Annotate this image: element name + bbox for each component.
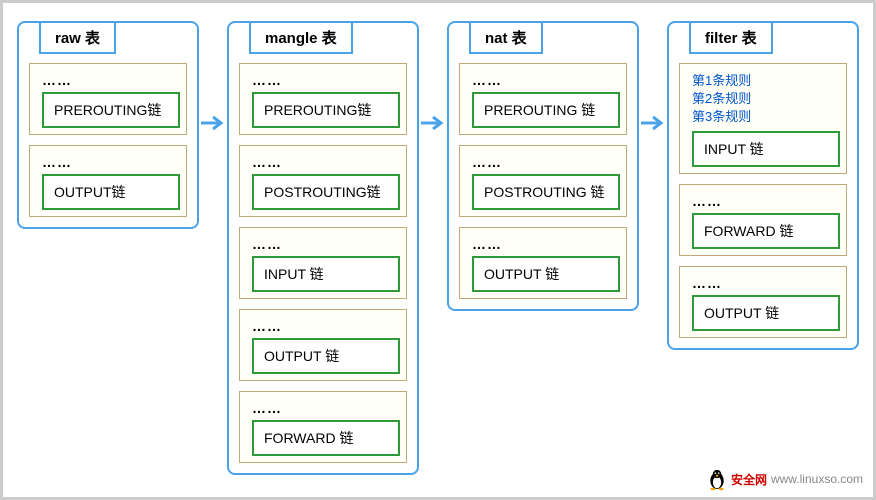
chain-label: INPUT 链	[252, 256, 400, 292]
chain-prerouting: …… PREROUTING 链	[459, 63, 627, 135]
watermark: 安全网 www.linuxso.com	[707, 467, 863, 491]
chain-output: …… OUTPUT 链	[239, 309, 407, 381]
table-title: nat 表	[469, 21, 543, 54]
arrow-icon	[641, 115, 667, 131]
chain-forward: …… FORWARD 链	[679, 184, 847, 256]
chain-label: OUTPUT 链	[692, 295, 840, 331]
rules-ellipsis: ……	[246, 234, 400, 256]
rule-1: 第1条规则	[692, 72, 834, 90]
chain-output: …… OUTPUT 链	[679, 266, 847, 338]
chain-label: PREROUTING链	[252, 92, 400, 128]
chain-label: FORWARD 链	[252, 420, 400, 456]
chain-label: OUTPUT链	[42, 174, 180, 210]
chain-prerouting: …… PREROUTING链	[29, 63, 187, 135]
chain-postrouting: …… POSTROUTING链	[239, 145, 407, 217]
rules-ellipsis: ……	[36, 152, 180, 174]
chain-label: PREROUTING链	[42, 92, 180, 128]
rules-ellipsis: ……	[686, 273, 840, 295]
table-nat: nat 表 …… PREROUTING 链 …… POSTROUTING 链 ……	[447, 21, 639, 311]
table-title: mangle 表	[249, 21, 353, 54]
watermark-site: 安全网	[731, 471, 767, 488]
rules-ellipsis: ……	[246, 70, 400, 92]
rules-ellipsis: ……	[466, 234, 620, 256]
rule-2: 第2条规则	[692, 90, 834, 108]
chain-label: FORWARD 链	[692, 213, 840, 249]
chain-postrouting: …… POSTROUTING 链	[459, 145, 627, 217]
iptables-diagram: raw 表 …… PREROUTING链 …… OUTPUT链 mangle 表…	[3, 3, 873, 493]
penguin-icon	[707, 467, 727, 491]
table-title: raw 表	[39, 21, 116, 54]
rule-3: 第3条规则	[692, 108, 834, 126]
chain-input: 第1条规则 第2条规则 第3条规则 INPUT 链	[679, 63, 847, 174]
chain-prerouting: …… PREROUTING链	[239, 63, 407, 135]
chain-label: INPUT 链	[692, 131, 840, 167]
rules-ellipsis: ……	[686, 191, 840, 213]
chain-label: OUTPUT 链	[252, 338, 400, 374]
table-mangle: mangle 表 …… PREROUTING链 …… POSTROUTING链 …	[227, 21, 419, 475]
chain-output: …… OUTPUT链	[29, 145, 187, 217]
chain-label: POSTROUTING链	[252, 174, 400, 210]
arrow-icon	[421, 115, 447, 131]
watermark-url: www.linuxso.com	[771, 472, 863, 486]
chain-label: OUTPUT 链	[472, 256, 620, 292]
table-title: filter 表	[689, 21, 773, 54]
rules-ellipsis: ……	[246, 152, 400, 174]
rules-ellipsis: ……	[466, 152, 620, 174]
chain-input: …… INPUT 链	[239, 227, 407, 299]
chain-label: POSTROUTING 链	[472, 174, 620, 210]
rules-ellipsis: ……	[246, 316, 400, 338]
rules-list: 第1条规则 第2条规则 第3条规则	[686, 70, 840, 131]
arrow-icon	[201, 115, 227, 131]
chain-label: PREROUTING 链	[472, 92, 620, 128]
chain-output: …… OUTPUT 链	[459, 227, 627, 299]
rules-ellipsis: ……	[246, 398, 400, 420]
rules-ellipsis: ……	[36, 70, 180, 92]
table-raw: raw 表 …… PREROUTING链 …… OUTPUT链	[17, 21, 199, 229]
rules-ellipsis: ……	[466, 70, 620, 92]
table-filter: filter 表 第1条规则 第2条规则 第3条规则 INPUT 链 …… FO…	[667, 21, 859, 350]
chain-forward: …… FORWARD 链	[239, 391, 407, 463]
